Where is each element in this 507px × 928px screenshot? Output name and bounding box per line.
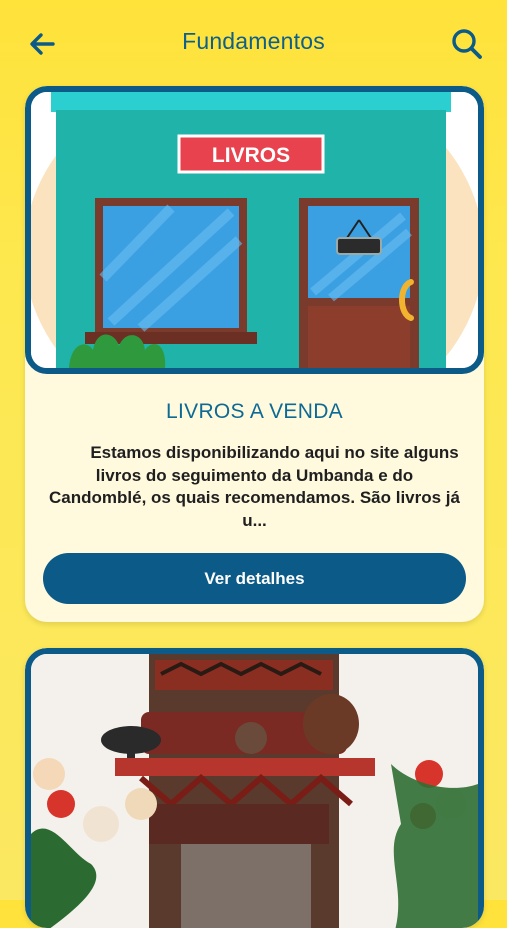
card-image: LIVROS <box>25 86 484 374</box>
top-app-bar: Fundamentos <box>0 0 507 88</box>
offering-bowl <box>101 726 161 754</box>
door-panel <box>308 306 410 368</box>
page-title: Fundamentos <box>182 28 325 54</box>
search-button[interactable] <box>445 22 489 66</box>
altar-shelf <box>115 758 375 776</box>
hanging-sign <box>336 237 382 255</box>
search-icon <box>452 29 482 59</box>
book-sale-card[interactable]: LIVROS LIVROS A VENDA Estamos disponibil… <box>25 86 484 622</box>
roof-strip <box>51 92 451 112</box>
bookstore-illustration: LIVROS <box>31 92 478 368</box>
altar-photo <box>31 654 478 928</box>
card-image <box>25 648 484 928</box>
store-sign-text: LIVROS <box>212 144 290 167</box>
card-title: LIVROS A VENDA <box>166 400 343 423</box>
altar-card[interactable] <box>25 648 484 928</box>
gourd <box>303 694 359 754</box>
view-details-button[interactable]: Ver detalhes <box>43 553 466 604</box>
card-description: Estamos disponibilizando aqui no site al… <box>49 443 460 530</box>
flower <box>33 758 65 790</box>
